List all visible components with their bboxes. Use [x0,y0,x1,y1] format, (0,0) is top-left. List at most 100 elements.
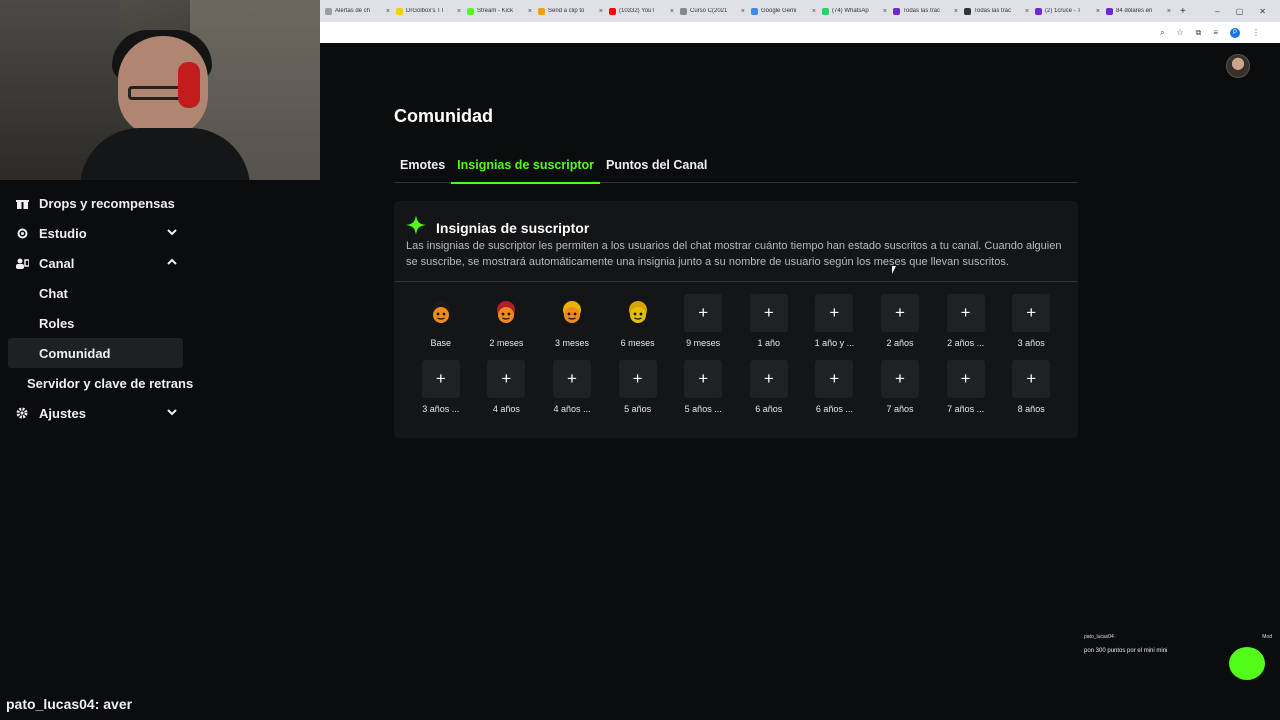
profile-avatar-icon[interactable]: P [1230,27,1240,38]
close-tab-icon[interactable]: × [1096,8,1100,15]
add-badge-button[interactable]: + [684,294,723,332]
add-badge-button[interactable]: + [1012,360,1051,398]
close-tab-icon[interactable]: × [954,8,958,15]
add-badge-button[interactable]: + [946,360,985,398]
browser-tab[interactable]: (10332) YouT × [606,2,677,20]
sidebar-item-community[interactable]: Comunidad [8,338,183,368]
badge-slot[interactable]: +2 años ... [933,294,999,348]
sidebar-item-drops[interactable]: Drops y recompensas [0,188,190,218]
close-tab-icon[interactable]: × [528,8,532,15]
close-tab-icon[interactable]: × [1167,8,1171,15]
close-tab-icon[interactable]: × [1025,8,1029,15]
sidebar-item-settings[interactable]: Ajustes [0,398,190,428]
add-badge-button[interactable]: + [946,294,985,332]
badge-slot[interactable]: +2 años [867,294,933,348]
badge-label: 3 meses [554,338,589,348]
close-tab-icon[interactable]: × [741,8,745,15]
chevron-down-icon[interactable] [166,226,178,241]
badge-label: 4 años ... [553,404,591,414]
add-badge-button[interactable]: + [815,360,854,398]
badge-label: 5 años ... [684,404,722,414]
base-badge-icon[interactable] [422,294,460,332]
close-tab-icon[interactable]: × [883,8,887,15]
add-badge-button[interactable]: + [487,360,526,398]
badge-slot[interactable]: +7 años ... [933,360,999,414]
add-badge-button[interactable]: + [880,360,919,398]
extensions-icon[interactable]: ⧉ [1196,28,1202,38]
sidebar-item-studio[interactable]: Estudio [0,218,190,248]
tab-subscriber-badges[interactable]: Insignias de suscriptor [451,155,600,184]
browser-tab[interactable]: Todas las trac × [890,2,961,20]
3-months-badge-icon[interactable] [553,294,591,332]
sidebar-item-stream-key[interactable]: Servidor y clave de retrans [0,368,193,398]
badge-slot[interactable]: +5 años [605,360,671,414]
kick-logo-icon [1229,647,1265,680]
browser-tab[interactable]: 84 dólares en × [1103,2,1174,20]
add-badge-button[interactable]: + [815,294,854,332]
badge-slot[interactable]: 3 meses [539,294,605,348]
badge-slot[interactable]: +1 año y ... [802,294,868,348]
chevron-up-icon[interactable] [166,256,178,271]
window-controls: – ▢ ✕ [1215,7,1280,16]
close-tab-icon[interactable]: × [386,8,390,15]
tab-emotes[interactable]: Emotes [394,155,451,183]
badge-slot[interactable]: +9 meses [670,294,736,348]
add-badge-button[interactable]: + [880,294,919,332]
badge-slot[interactable]: 2 meses [474,294,540,348]
badge-slot[interactable]: +6 años ... [802,360,868,414]
close-tab-icon[interactable]: × [457,8,461,15]
add-badge-button[interactable]: + [552,360,591,398]
browser-tab[interactable]: Stream - Kick × [464,2,535,20]
add-badge-button[interactable]: + [618,360,657,398]
bookmark-star-icon[interactable]: ☆ [1176,28,1183,37]
tab-label: (10332) YouT [619,8,656,14]
maximize-button[interactable]: ▢ [1236,7,1244,16]
gear-icon [15,406,29,420]
browser-address-bar[interactable]: ⌕ ☆ ⧉ ≡ P ⋮ [320,22,1280,43]
minimize-button[interactable]: – [1215,7,1219,16]
chat-ticker: pato_lucas04: aver [6,696,132,712]
add-badge-button[interactable]: + [749,360,788,398]
badge-slot[interactable]: +3 años [998,294,1064,348]
add-badge-button[interactable]: + [749,294,788,332]
badge-slot[interactable]: +7 años [867,360,933,414]
close-tab-icon[interactable]: × [599,8,603,15]
browser-tab[interactable]: Send a clip to × [535,2,606,20]
browser-tab[interactable]: Alertas de ch × [322,2,393,20]
close-window-button[interactable]: ✕ [1259,7,1266,16]
browser-tab[interactable]: Curso C(2021 × [677,2,748,20]
sidebar-item-channel[interactable]: Canal [0,248,190,278]
add-badge-button[interactable]: + [684,360,723,398]
sidebar-item-roles[interactable]: Roles [0,308,190,338]
badge-slot[interactable]: +1 año [736,294,802,348]
add-badge-button[interactable]: + [421,360,460,398]
badge-slot[interactable]: +8 años [998,360,1064,414]
badge-slot[interactable]: Base [408,294,474,348]
menu-kebab-icon[interactable]: ⋮ [1252,28,1260,37]
add-badge-button[interactable]: + [1012,294,1051,332]
tab-favicon-icon [893,7,900,15]
browser-tab[interactable]: (74) WhatsAp × [819,2,890,20]
chevron-down-icon[interactable] [166,406,178,421]
ticker-username: pato_lucas04: [6,696,100,712]
sidepanel-icon[interactable]: ≡ [1213,28,1218,37]
2-months-badge-icon[interactable] [487,294,525,332]
close-tab-icon[interactable]: × [670,8,674,15]
browser-tab[interactable]: (2) 1cruce - T × [1032,2,1103,20]
badge-slot[interactable]: +3 años ... [408,360,474,414]
user-avatar[interactable] [1226,54,1250,78]
browser-tab[interactable]: DrGolbox's TT × [393,2,464,20]
browser-tab[interactable]: Todas las trac × [961,2,1032,20]
badge-slot[interactable]: +6 años [736,360,802,414]
zoom-icon[interactable]: ⌕ [1160,28,1164,38]
sidebar-item-chat[interactable]: Chat [0,278,190,308]
6-months-badge-icon[interactable] [619,294,657,332]
tab-channel-points[interactable]: Puntos del Canal [600,155,713,183]
browser-tab[interactable]: Google Gemi × [748,2,819,20]
badge-slot[interactable]: +4 años [474,360,540,414]
badge-slot[interactable]: 6 meses [605,294,671,348]
badge-slot[interactable]: +5 años ... [670,360,736,414]
new-tab-button[interactable]: + [1174,6,1192,17]
close-tab-icon[interactable]: × [812,8,816,15]
badge-slot[interactable]: +4 años ... [539,360,605,414]
